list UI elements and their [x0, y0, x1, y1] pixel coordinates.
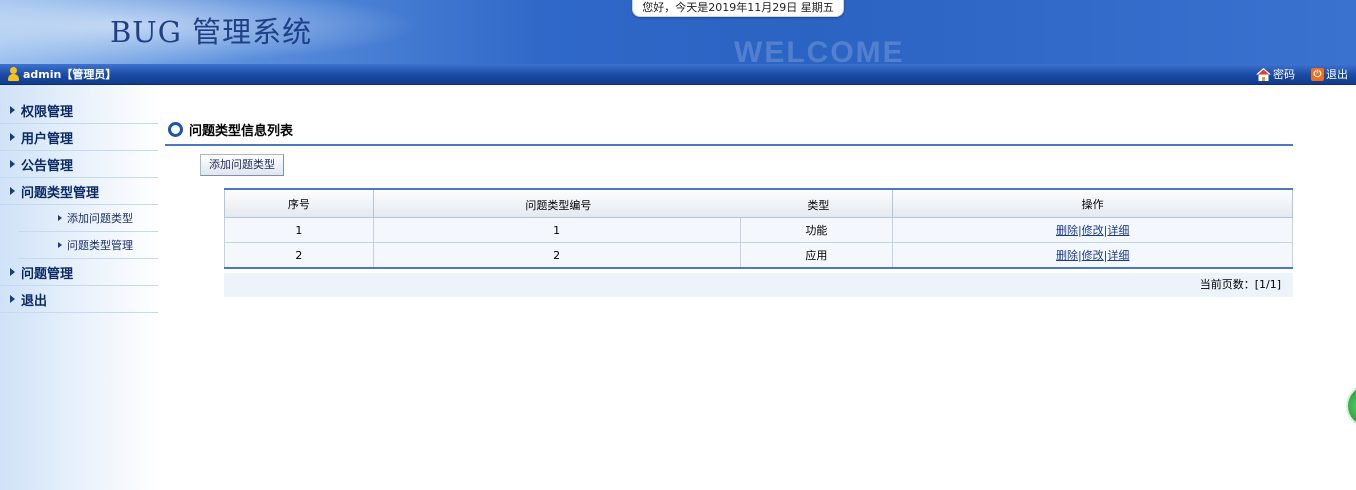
column-header-actions: 操作 [892, 188, 1293, 218]
password-label: 密码 [1273, 68, 1295, 81]
cell-type: 应用 [739, 242, 894, 269]
delete-link[interactable]: 删除 [1056, 249, 1078, 262]
title-divider [165, 144, 1293, 146]
current-user: admin【管理员】 [8, 66, 116, 82]
floating-widget-icon[interactable] [1346, 384, 1356, 428]
sidebar-menu: 权限管理 用户管理 公告管理 问题类型管理 添加问题类型 问题类型管理 问题管理 [0, 97, 158, 313]
detail-link[interactable]: 详细 [1107, 249, 1129, 262]
column-header-type-code-label: 问题类型编号 [525, 199, 592, 212]
user-icon [8, 67, 19, 81]
cell-type: 功能 [739, 217, 894, 243]
issue-type-table: 序号 问题类型编号 类型 操作 1 1 功能 删除|修改|详细 2 2 应用 删… [224, 188, 1293, 269]
triangle-right-icon [10, 106, 15, 114]
sidebar-item-label: 问题类型管理 [21, 185, 100, 201]
sidebar-item-label: 问题管理 [21, 266, 74, 282]
table-row: 1 1 功能 删除|修改|详细 [224, 217, 1293, 243]
sidebar: 权限管理 用户管理 公告管理 问题类型管理 添加问题类型 问题类型管理 问题管理 [0, 85, 160, 490]
triangle-right-icon [10, 187, 15, 195]
user-actions: 密码 ⏻ 退出 [1256, 66, 1348, 82]
triangle-right-icon [58, 215, 62, 221]
sidebar-item-label: 退出 [21, 293, 48, 309]
logout-label: 退出 [1326, 68, 1348, 81]
user-bar: admin【管理员】 密码 ⏻ 退出 [0, 64, 1356, 85]
sidebar-item-logout[interactable]: 退出 [0, 286, 158, 313]
cell-actions: 删除|修改|详细 [892, 242, 1293, 269]
triangle-right-icon [58, 242, 62, 248]
app-title: BUG 管理系统 [110, 15, 313, 49]
logout-link[interactable]: ⏻ 退出 [1311, 66, 1348, 82]
add-issue-type-button[interactable]: 添加问题类型 [200, 154, 284, 176]
sidebar-item-users[interactable]: 用户管理 [0, 124, 158, 151]
sidebar-subitem-label: 添加问题类型 [67, 212, 133, 225]
cell-type-code: 2 [372, 242, 741, 269]
sidebar-subitem-add-issue-type[interactable]: 添加问题类型 [18, 205, 158, 232]
home-icon [1256, 67, 1271, 81]
cell-type-code: 1 [372, 217, 741, 243]
edit-link[interactable]: 修改 [1082, 249, 1104, 262]
detail-link[interactable]: 详细 [1107, 224, 1129, 237]
triangle-right-icon [10, 133, 15, 141]
power-icon: ⏻ [1311, 67, 1324, 81]
current-user-label: admin【管理员】 [23, 68, 117, 81]
sidebar-item-permissions[interactable]: 权限管理 [0, 97, 158, 124]
column-header-type-code: 问题类型编号 类型 [372, 188, 894, 218]
triangle-right-icon [10, 268, 15, 276]
sidebar-item-label: 用户管理 [21, 131, 74, 147]
password-link[interactable]: 密码 [1256, 66, 1295, 82]
sidebar-item-label: 权限管理 [21, 104, 74, 120]
sidebar-item-label: 公告管理 [21, 158, 74, 174]
welcome-watermark: WELCOME [734, 36, 905, 64]
table-row: 2 2 应用 删除|修改|详细 [224, 242, 1293, 269]
sidebar-subitem-label: 问题类型管理 [67, 239, 133, 252]
sidebar-item-issue-types[interactable]: 问题类型管理 [0, 178, 158, 205]
delete-link[interactable]: 删除 [1056, 224, 1078, 237]
edit-link[interactable]: 修改 [1082, 224, 1104, 237]
bullet-ring-icon [168, 122, 183, 137]
pagination-status: 当前页数：[1/1] [224, 273, 1293, 297]
column-header-type: 类型 [807, 199, 830, 212]
sidebar-item-announcements[interactable]: 公告管理 [0, 151, 158, 178]
page-title-text: 问题类型信息列表 [189, 124, 294, 139]
page-title: 问题类型信息列表 [168, 120, 293, 139]
table-header-row: 序号 问题类型编号 类型 操作 [224, 188, 1293, 218]
cell-index: 2 [224, 242, 374, 269]
cell-index: 1 [224, 217, 374, 243]
cell-actions: 删除|修改|详细 [892, 217, 1293, 243]
sidebar-item-issues[interactable]: 问题管理 [0, 259, 158, 286]
column-header-index: 序号 [224, 188, 374, 218]
triangle-right-icon [10, 295, 15, 303]
date-greeting: 您好，今天是2019年11月29日 星期五 [632, 0, 844, 17]
triangle-right-icon [10, 160, 15, 168]
sidebar-subitem-manage-issue-types[interactable]: 问题类型管理 [18, 232, 158, 259]
